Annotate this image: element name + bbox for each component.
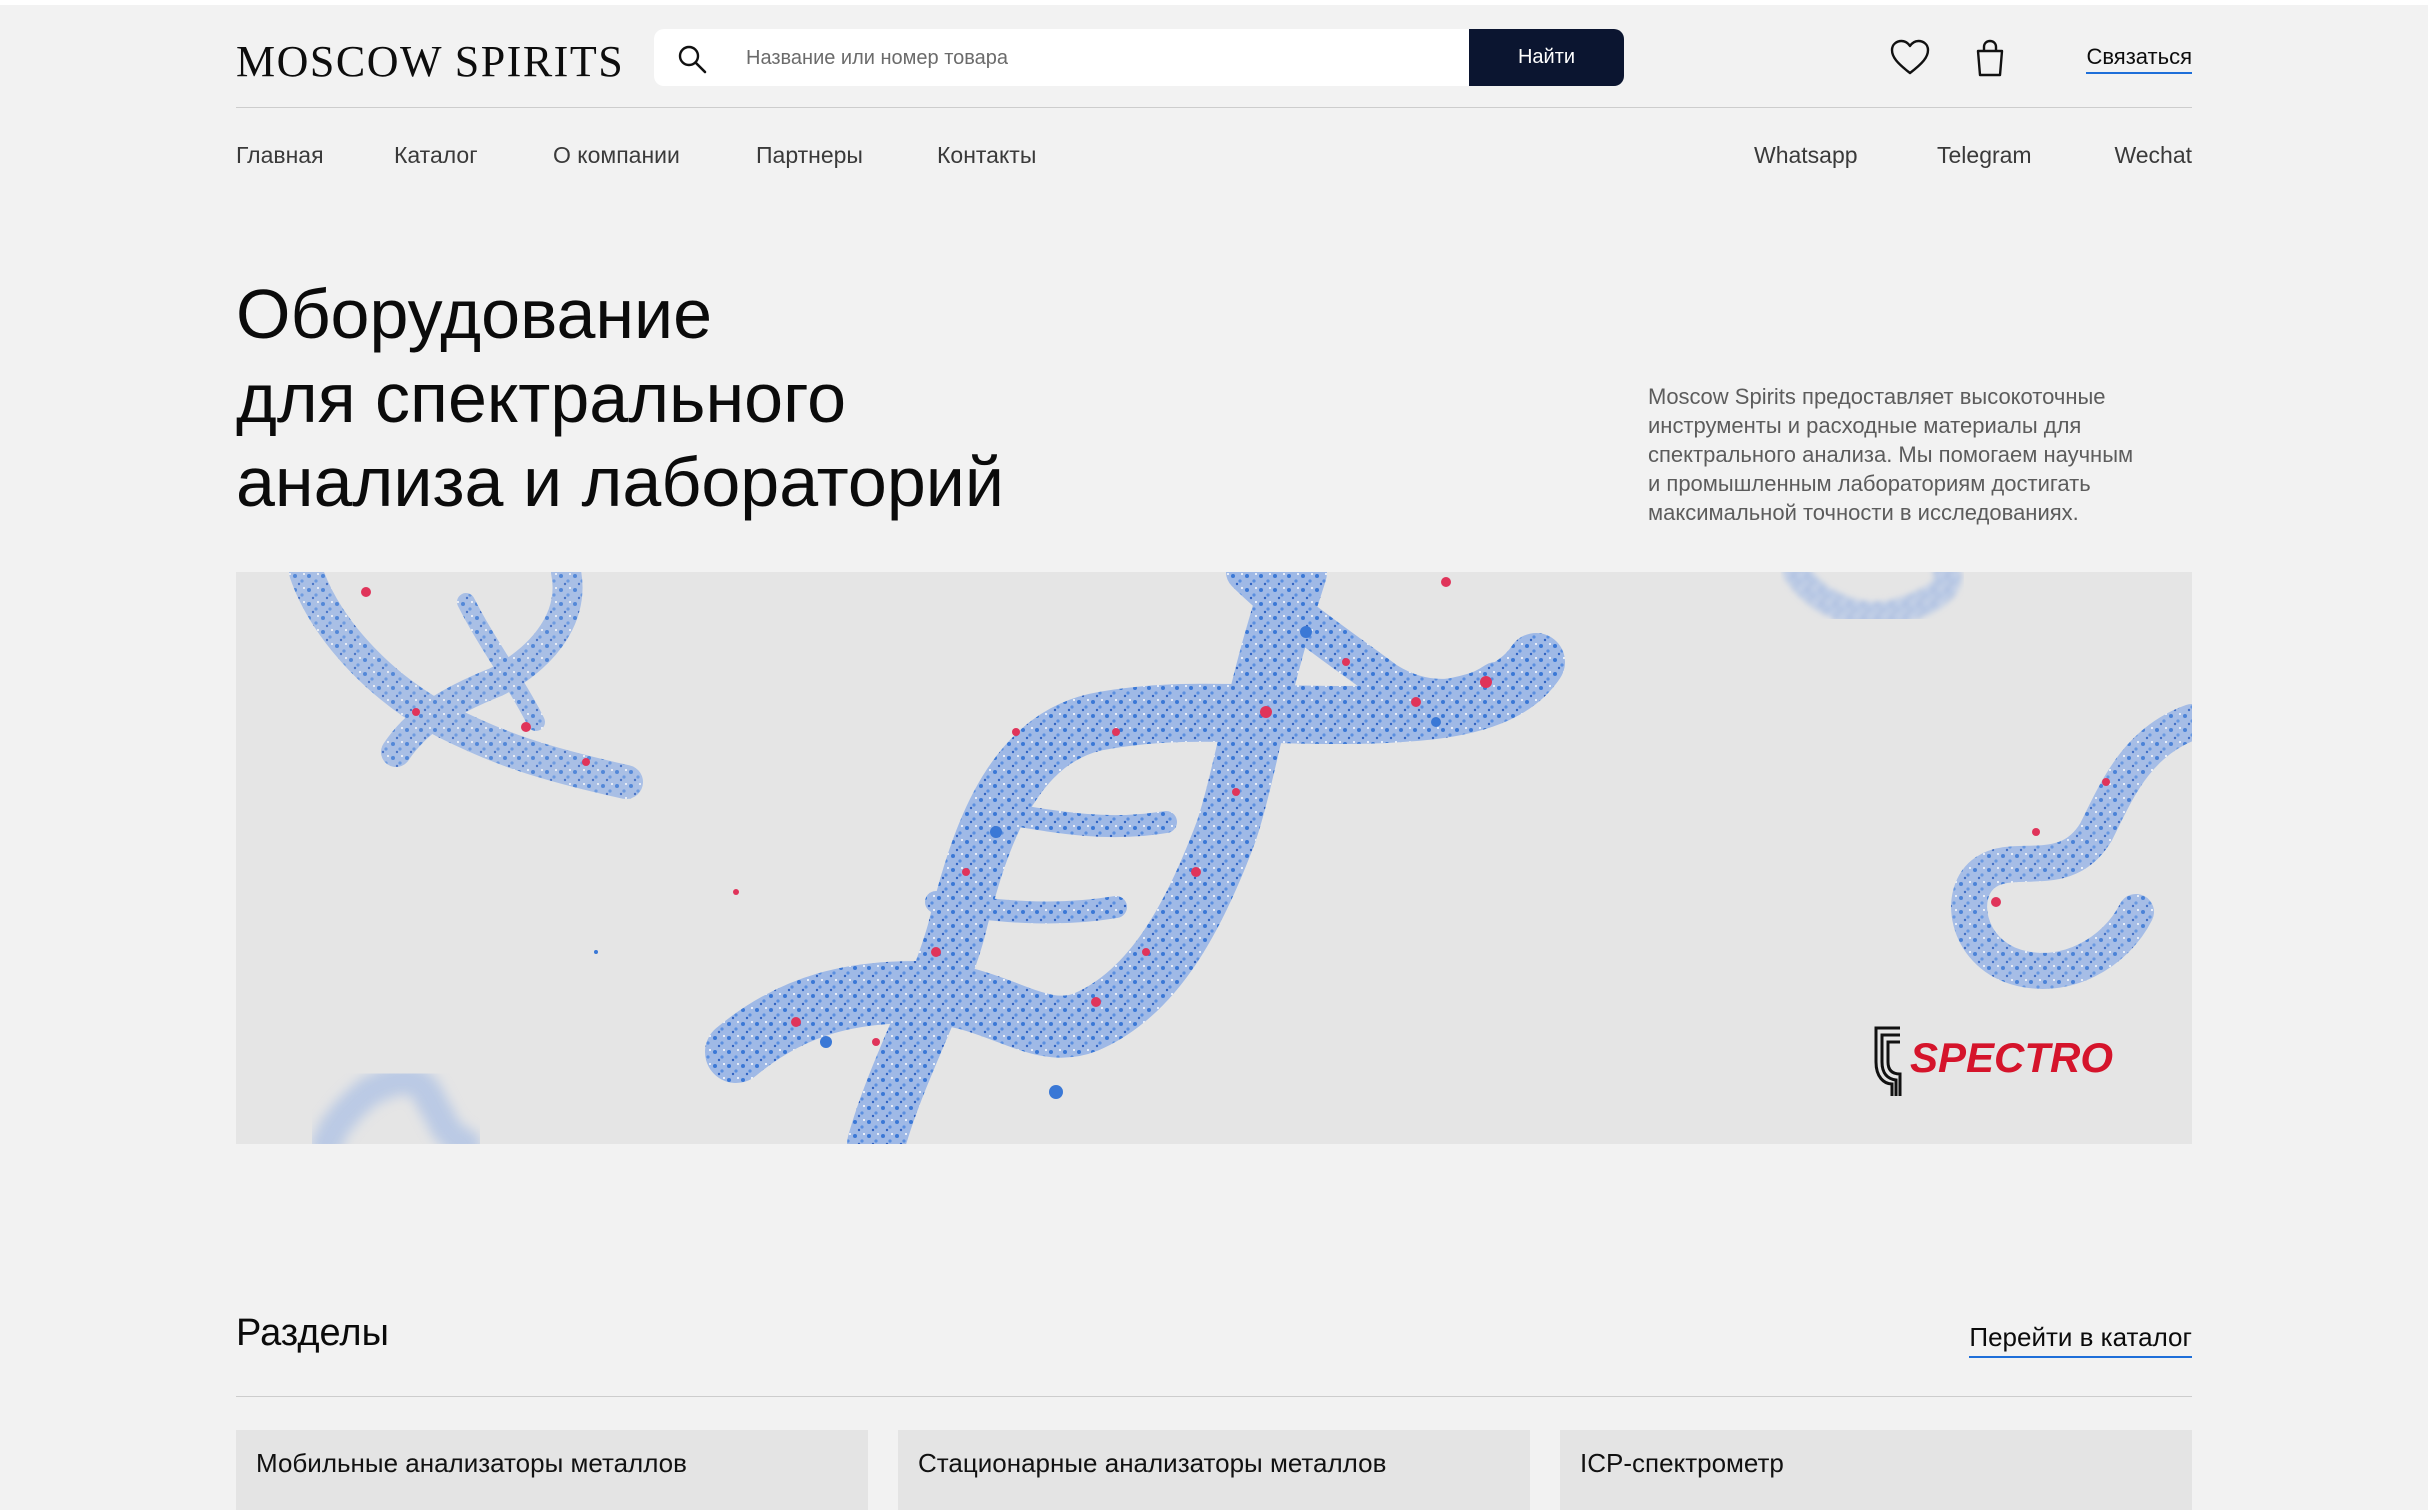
sections-title: Разделы	[236, 1312, 389, 1354]
nav-item-catalog[interactable]: Каталог	[394, 142, 478, 169]
header-divider	[236, 107, 2192, 108]
search-button[interactable]: Найти	[1469, 29, 1624, 86]
nav-item-about[interactable]: О компании	[553, 142, 680, 169]
spectro-logo-text: SPECTRO	[1910, 1034, 2113, 1081]
category-card-label: Стационарные анализаторы металлов	[918, 1448, 1387, 1478]
site-logo[interactable]: MOSCOW SPIRITS	[236, 36, 624, 87]
nav-item-contacts[interactable]: Контакты	[937, 142, 1036, 169]
hero-description: Moscow Spirits предоставляет высокоточны…	[1648, 382, 2196, 527]
hero-title-line: Оборудование	[236, 275, 713, 353]
search-input[interactable]	[744, 29, 1308, 88]
nav-link-wechat[interactable]: Wechat	[2114, 142, 2192, 169]
contact-link[interactable]: Связаться	[2086, 44, 2192, 74]
category-cards: Мобильные анализаторы металлов Стационар…	[236, 1430, 2192, 1510]
header: MOSCOW SPIRITS Найти Связаться	[236, 26, 2192, 108]
top-strip	[0, 0, 2428, 5]
spectro-logo: SPECTRO	[1874, 1026, 2113, 1096]
hero-description-line: максимальной точности в исследованиях.	[1648, 500, 2079, 525]
hero-banner: SPECTRO	[236, 572, 2192, 1144]
hero-description-line: инструменты и расходные материалы для	[1648, 413, 2082, 438]
category-card[interactable]: ICP-спектрометр	[1560, 1430, 2192, 1510]
hero-title-line: для спектрального	[236, 359, 847, 437]
main-nav: Главная Каталог О компании Партнеры Конт…	[236, 142, 2192, 174]
hero-title-line: анализа и лабораторий	[236, 443, 1004, 521]
bag-icon[interactable]	[1969, 38, 2011, 78]
category-card-label: Мобильные анализаторы металлов	[256, 1448, 687, 1478]
search-bar: Найти	[654, 29, 1624, 88]
heart-icon[interactable]	[1889, 38, 1931, 78]
nav-item-partners[interactable]: Партнеры	[756, 142, 863, 169]
hero-title: Оборудование для спектрального анализа и…	[236, 272, 1136, 524]
catalog-link[interactable]: Перейти в каталог	[1969, 1322, 2192, 1358]
hero-description-line: и промышленным лабораториям достигать	[1648, 471, 2091, 496]
hero-description-line: спектрального анализа. Мы помогаем научн…	[1648, 442, 2134, 467]
category-card[interactable]: Мобильные анализаторы металлов	[236, 1430, 868, 1510]
sections-divider	[236, 1396, 2192, 1397]
nav-link-telegram[interactable]: Telegram	[1937, 142, 2032, 169]
category-card-label: ICP-спектрометр	[1580, 1448, 1784, 1478]
hero-description-line: Moscow Spirits предоставляет высокоточны…	[1648, 384, 2106, 409]
search-icon[interactable]	[676, 43, 708, 75]
nav-item-home[interactable]: Главная	[236, 142, 324, 169]
nav-link-whatsapp[interactable]: Whatsapp	[1754, 142, 1858, 169]
category-card[interactable]: Стационарные анализаторы металлов	[898, 1430, 1530, 1510]
